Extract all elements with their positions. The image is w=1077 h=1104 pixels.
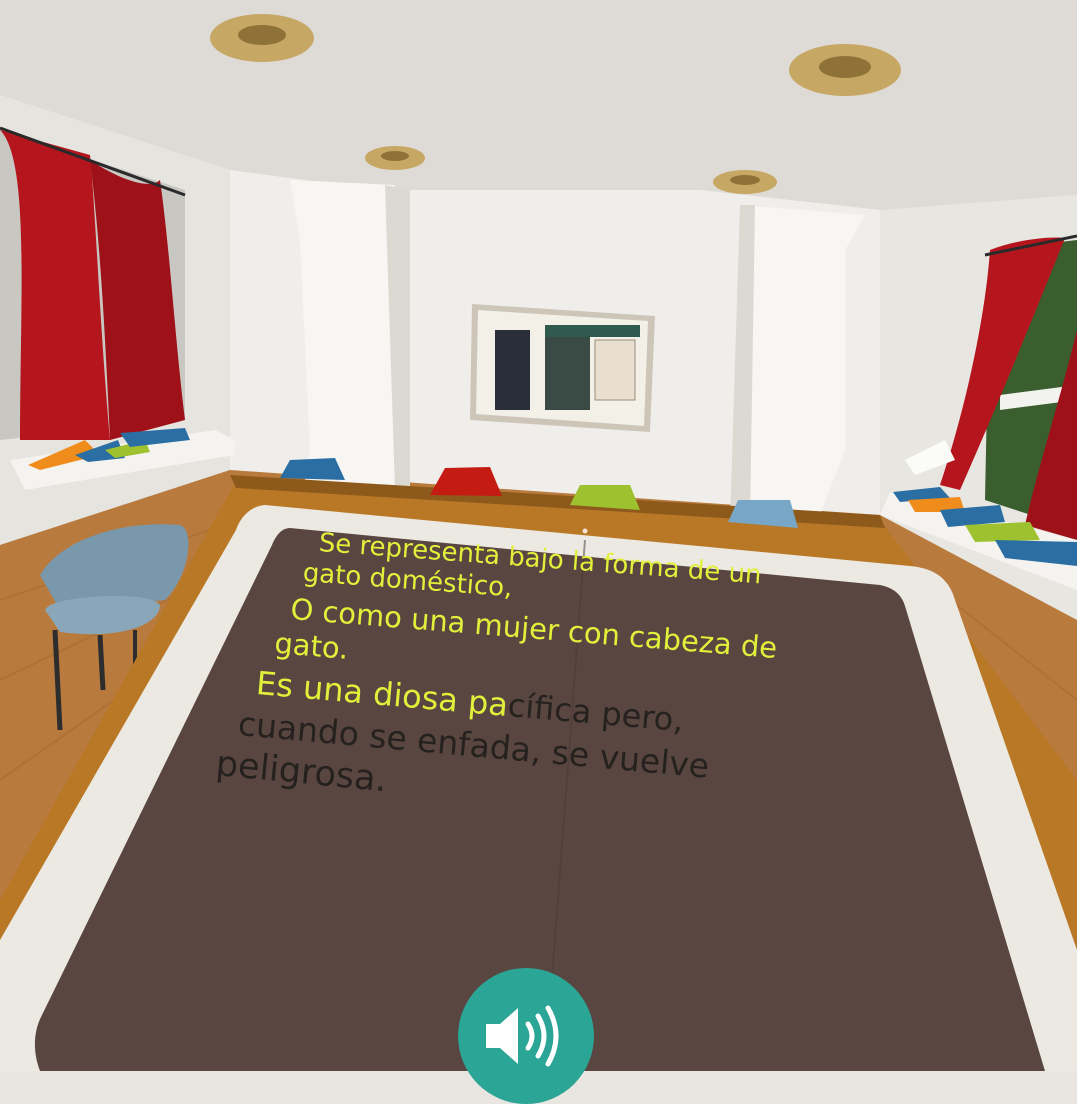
audio-play-button[interactable] xyxy=(458,968,594,1104)
vr-room-scene xyxy=(0,0,1077,1071)
wall-picture xyxy=(470,304,655,432)
speaker-volume-icon xyxy=(486,1005,559,1067)
